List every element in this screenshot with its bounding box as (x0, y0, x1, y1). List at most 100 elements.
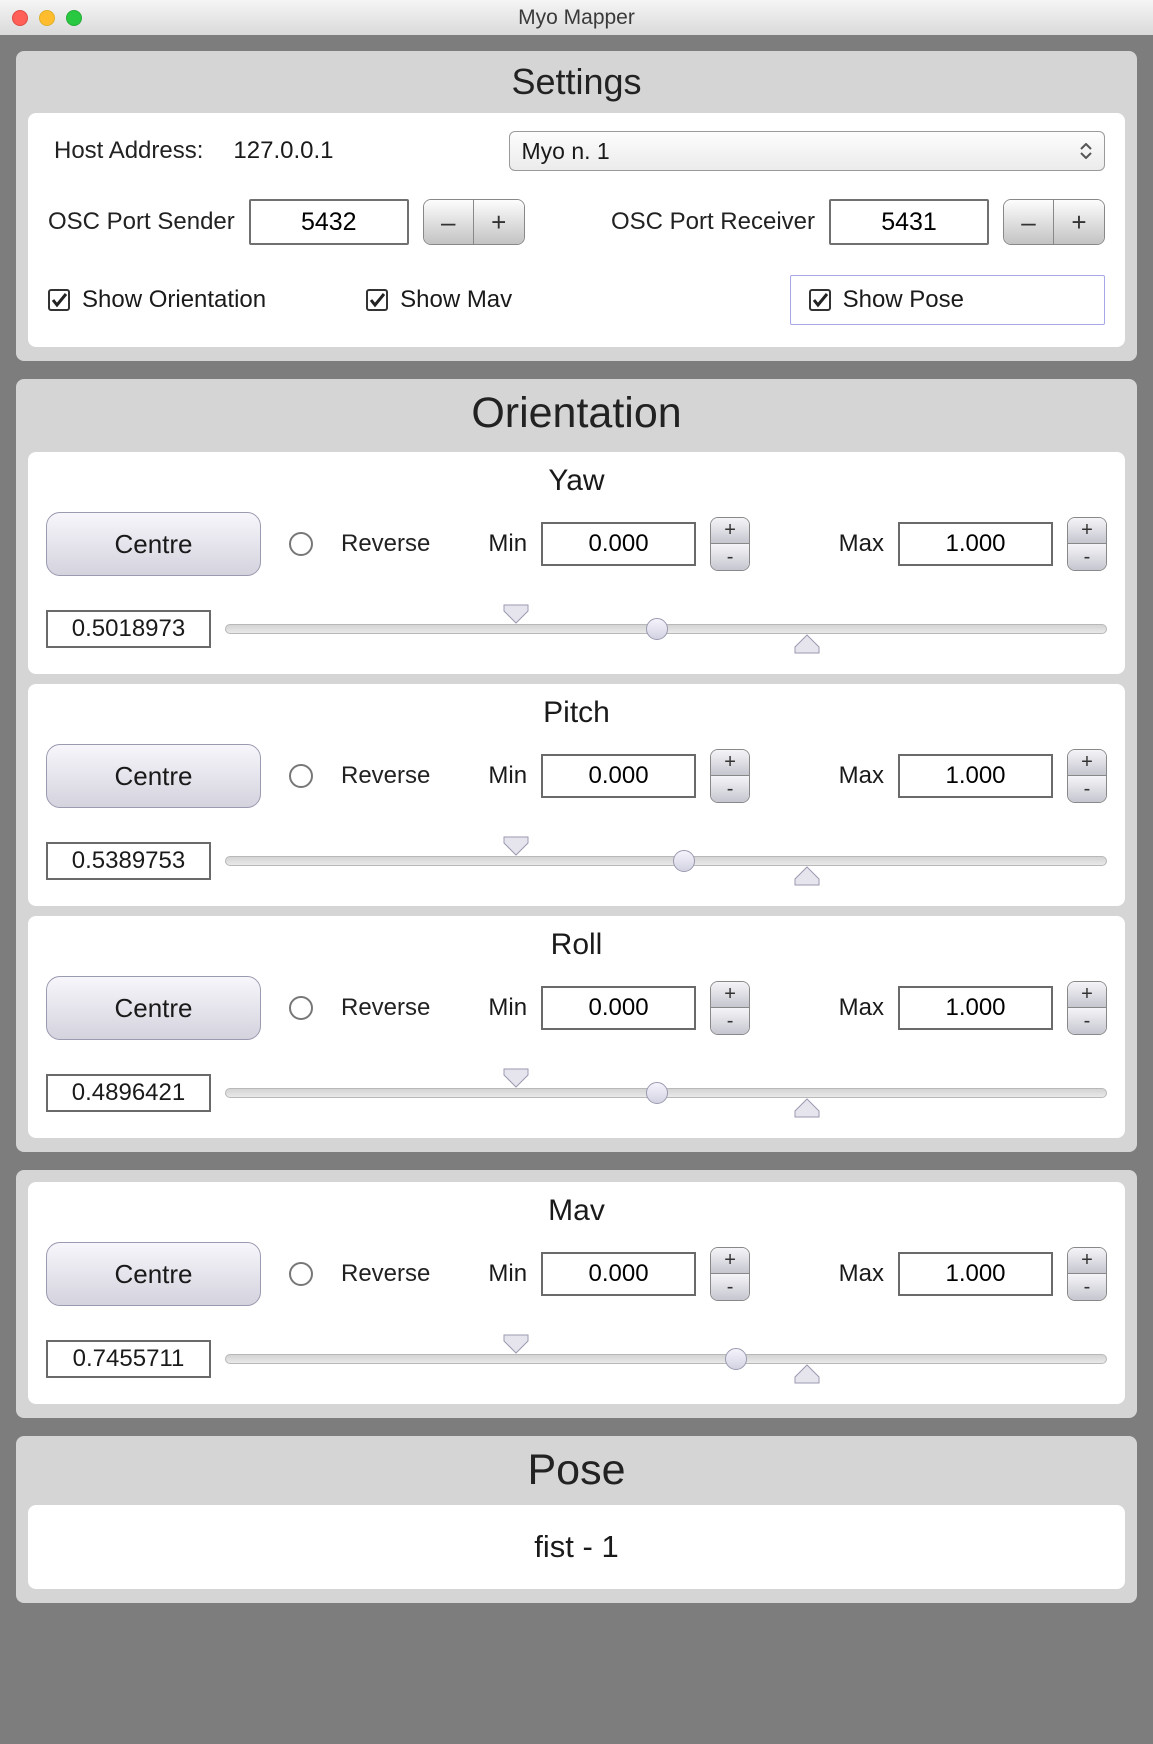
show-orientation-checkbox[interactable] (48, 289, 70, 311)
mav-value: 0.7455711 (46, 1340, 211, 1378)
roll-min-label: Min (488, 994, 527, 1022)
roll-min-input[interactable] (541, 986, 696, 1030)
chevron-updown-icon (1080, 143, 1092, 159)
yaw-marker-high[interactable] (793, 633, 821, 655)
roll-slider-thumb[interactable] (646, 1082, 668, 1104)
mav-max-label: Max (839, 1260, 884, 1288)
roll-centre-button[interactable]: Centre (46, 976, 261, 1040)
pitch-reverse-label: Reverse (341, 762, 430, 790)
show-pose-checkbox[interactable] (809, 289, 831, 311)
pose-section: Pose fist - 1 (16, 1436, 1137, 1603)
mav-min-increment-button[interactable]: + (711, 1248, 749, 1274)
mav-slider-thumb[interactable] (725, 1348, 747, 1370)
roll-min-decrement-button[interactable]: - (711, 1008, 749, 1034)
mav-slider[interactable] (225, 1354, 1107, 1364)
mav-panel: Mav Centre Reverse Min + - Max (28, 1182, 1125, 1404)
mav-max-increment-button[interactable]: + (1068, 1248, 1106, 1274)
yaw-min-input[interactable] (541, 522, 696, 566)
pitch-min-increment-button[interactable]: + (711, 750, 749, 776)
yaw-centre-button[interactable]: Centre (46, 512, 261, 576)
yaw-reverse-radio[interactable] (289, 532, 313, 556)
mav-max-input[interactable] (898, 1252, 1053, 1296)
roll-marker-high[interactable] (793, 1097, 821, 1119)
osc-sender-label: OSC Port Sender (48, 208, 235, 236)
settings-title: Settings (16, 51, 1137, 113)
yaw-max-decrement-button[interactable]: - (1068, 544, 1106, 570)
roll-max-label: Max (839, 994, 884, 1022)
show-mav-checkbox[interactable] (366, 289, 388, 311)
pitch-min-label: Min (488, 762, 527, 790)
mav-title: Mav (46, 1188, 1107, 1242)
myo-select[interactable]: Myo n. 1 (509, 131, 1106, 171)
settings-section: Settings Host Address: 127.0.0.1 Myo n. … (16, 51, 1137, 361)
pose-title: Pose (16, 1436, 1137, 1505)
mav-min-decrement-button[interactable]: - (711, 1274, 749, 1300)
pitch-value: 0.5389753 (46, 842, 211, 880)
roll-max-increment-button[interactable]: + (1068, 982, 1106, 1008)
yaw-value: 0.5018973 (46, 610, 211, 648)
mav-marker-high[interactable] (793, 1363, 821, 1385)
show-pose-label: Show Pose (843, 286, 964, 314)
show-mav-label: Show Mav (400, 286, 512, 314)
pitch-min-decrement-button[interactable]: - (711, 776, 749, 802)
yaw-max-label: Max (839, 530, 884, 558)
pitch-slider[interactable] (225, 856, 1107, 866)
roll-panel: Roll Centre Reverse Min + - Max (28, 916, 1125, 1138)
osc-receiver-decrement-button[interactable]: – (1004, 200, 1054, 244)
yaw-min-increment-button[interactable]: + (711, 518, 749, 544)
mav-marker-low[interactable] (502, 1333, 530, 1355)
mav-min-label: Min (488, 1260, 527, 1288)
mav-reverse-radio[interactable] (289, 1262, 313, 1286)
yaw-slider[interactable] (225, 624, 1107, 634)
yaw-min-decrement-button[interactable]: - (711, 544, 749, 570)
osc-sender-decrement-button[interactable]: – (424, 200, 474, 244)
roll-max-decrement-button[interactable]: - (1068, 1008, 1106, 1034)
yaw-max-input[interactable] (898, 522, 1053, 566)
yaw-min-label: Min (488, 530, 527, 558)
mav-max-decrement-button[interactable]: - (1068, 1274, 1106, 1300)
pitch-panel: Pitch Centre Reverse Min + - Max (28, 684, 1125, 906)
pitch-title: Pitch (46, 690, 1107, 744)
mav-centre-button[interactable]: Centre (46, 1242, 261, 1306)
pitch-reverse-radio[interactable] (289, 764, 313, 788)
myo-select-value: Myo n. 1 (522, 138, 610, 165)
roll-marker-low[interactable] (502, 1067, 530, 1089)
yaw-slider-thumb[interactable] (646, 618, 668, 640)
host-address-label: Host Address: (54, 137, 203, 165)
osc-receiver-input[interactable] (829, 199, 989, 245)
pitch-slider-thumb[interactable] (673, 850, 695, 872)
pitch-marker-low[interactable] (502, 835, 530, 857)
orientation-section: Orientation Yaw Centre Reverse Min + - (16, 379, 1137, 1152)
mav-reverse-label: Reverse (341, 1260, 430, 1288)
roll-min-increment-button[interactable]: + (711, 982, 749, 1008)
roll-value: 0.4896421 (46, 1074, 211, 1112)
yaw-panel: Yaw Centre Reverse Min + - Max (28, 452, 1125, 674)
yaw-title: Yaw (46, 458, 1107, 512)
yaw-marker-low[interactable] (502, 603, 530, 625)
roll-slider[interactable] (225, 1088, 1107, 1098)
pose-value: fist - 1 (28, 1505, 1125, 1589)
mav-section: Mav Centre Reverse Min + - Max (16, 1170, 1137, 1418)
pitch-marker-high[interactable] (793, 865, 821, 887)
roll-reverse-label: Reverse (341, 994, 430, 1022)
osc-receiver-label: OSC Port Receiver (611, 208, 815, 236)
roll-title: Roll (46, 922, 1107, 976)
show-orientation-label: Show Orientation (82, 286, 266, 314)
window-title: Myo Mapper (0, 6, 1153, 30)
pitch-max-increment-button[interactable]: + (1068, 750, 1106, 776)
titlebar: Myo Mapper (0, 0, 1153, 35)
yaw-reverse-label: Reverse (341, 530, 430, 558)
osc-receiver-increment-button[interactable]: + (1054, 200, 1104, 244)
pitch-centre-button[interactable]: Centre (46, 744, 261, 808)
roll-reverse-radio[interactable] (289, 996, 313, 1020)
osc-sender-input[interactable] (249, 199, 409, 245)
pitch-min-input[interactable] (541, 754, 696, 798)
mav-min-input[interactable] (541, 1252, 696, 1296)
roll-max-input[interactable] (898, 986, 1053, 1030)
pitch-max-input[interactable] (898, 754, 1053, 798)
yaw-max-increment-button[interactable]: + (1068, 518, 1106, 544)
pitch-max-decrement-button[interactable]: - (1068, 776, 1106, 802)
orientation-title: Orientation (16, 379, 1137, 452)
osc-sender-increment-button[interactable]: + (474, 200, 524, 244)
host-address-value: 127.0.0.1 (233, 137, 333, 165)
